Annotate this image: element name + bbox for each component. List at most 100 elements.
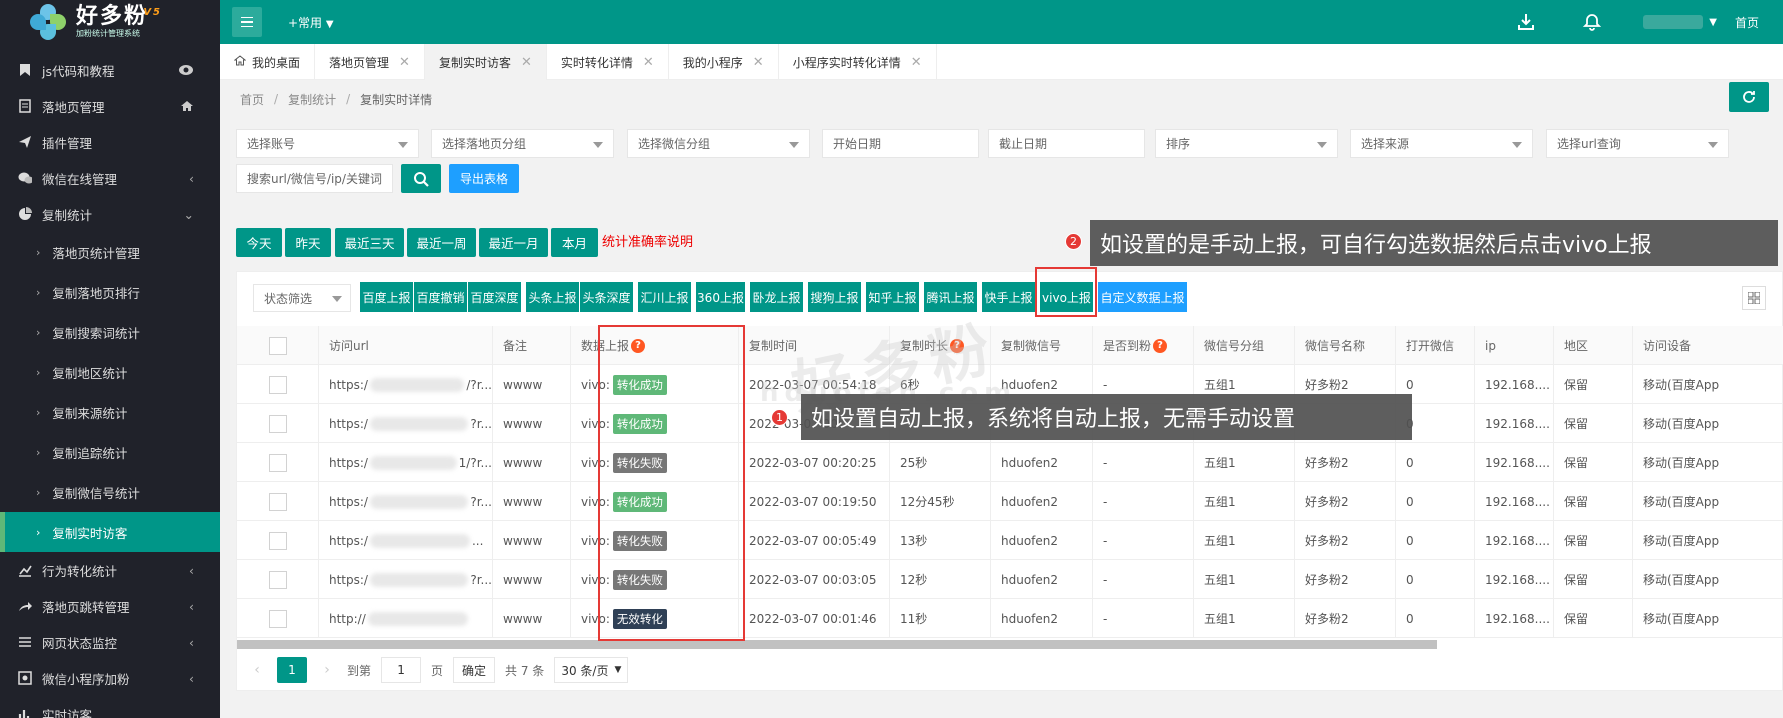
common-menu[interactable]: +常用 ▼ [288, 14, 334, 31]
page-size-select[interactable]: 30 条/页 ▼ [554, 657, 629, 683]
table-row[interactable]: https:/... wwww vivo: 转化失败 2022-03-07 00:05:… [237, 521, 1783, 560]
account-select[interactable]: 选择账号 [236, 129, 419, 158]
wolong-report-button[interactable]: 卧龙上报 [750, 282, 804, 312]
table-row[interactable]: https:/?r... wwww vivo: 转化成功 2022-03-07 00:1… [237, 482, 1783, 521]
download-icon[interactable] [1511, 0, 1541, 44]
select-all-checkbox[interactable] [268, 336, 287, 355]
user-name[interactable] [1643, 15, 1704, 29]
toutiao-report-button[interactable]: 头条上报 [526, 282, 580, 312]
custom-report-button[interactable]: 自定义数据上报 [1098, 282, 1188, 312]
sidebar-subitem[interactable]: › 复制追踪统计 [0, 432, 220, 472]
bell-icon[interactable] [1577, 0, 1607, 44]
baidu-revoke-button[interactable]: 百度撤销 [414, 282, 468, 312]
sidebar-subitem[interactable]: › 复制地区统计 [0, 352, 220, 392]
close-icon[interactable]: ✕ [911, 55, 922, 70]
wechat-group-select[interactable]: 选择微信分组 [627, 129, 810, 158]
baidu-report-button[interactable]: 百度上报 [360, 282, 414, 312]
tab-landing[interactable]: 落地页管理 ✕ [315, 44, 425, 80]
landing-group-select[interactable]: 选择落地页分组 [431, 129, 614, 158]
refresh-button[interactable] [1729, 82, 1769, 112]
row-checkbox[interactable] [268, 570, 287, 589]
quick-month-button[interactable]: 最近一月 [479, 228, 548, 257]
row-checkbox[interactable] [268, 453, 287, 472]
prev-page-icon[interactable]: ‹ [247, 662, 267, 678]
kuaishou-report-button[interactable]: 快手上报 [982, 282, 1036, 312]
quick-3days-button[interactable]: 最近三天 [335, 228, 404, 257]
confirm-page-button[interactable]: 确定 [453, 657, 496, 683]
sidebar-item-behavior[interactable]: 行为转化统计 ‹ [0, 552, 220, 588]
start-date-input[interactable]: 开始日期 [822, 129, 979, 158]
sidebar-item-landing[interactable]: 落地页管理 [0, 88, 220, 124]
quick-week-button[interactable]: 最近一周 [407, 228, 476, 257]
toutiao-deep-button[interactable]: 头条深度 [580, 282, 634, 312]
sogou-report-button[interactable]: 搜狗上报 [808, 282, 862, 312]
sidebar-item-monitor[interactable]: 网页状态监控 ‹ [0, 624, 220, 660]
sidebar-item-realtime[interactable]: 实时访客 [0, 696, 220, 718]
source-select[interactable]: 选择来源 [1350, 129, 1533, 158]
page-current[interactable]: 1 [277, 657, 307, 683]
sidebar-item-redirect[interactable]: 落地页跳转管理 ‹ [0, 588, 220, 624]
url-prefix[interactable]: https:/ [329, 495, 368, 509]
url-prefix[interactable]: https:/ [329, 534, 368, 548]
eye-icon[interactable] [178, 52, 194, 88]
url-prefix[interactable]: https:/ [329, 417, 368, 431]
huichuan-report-button[interactable]: 汇川上报 [638, 282, 692, 312]
table-row[interactable]: https:/?r... wwww vivo: 转化失败 2022-03-07 00:0… [237, 560, 1783, 599]
sidebar-subitem[interactable]: › 复制搜索词统计 [0, 312, 220, 352]
tab-miniprogram[interactable]: 我的小程序 ✕ [669, 44, 779, 80]
menu-toggle-button[interactable] [232, 7, 262, 37]
sidebar-subitem[interactable]: › 落地页统计管理 [0, 232, 220, 272]
sidebar-subitem[interactable]: › 复制来源统计 [0, 392, 220, 432]
sidebar-subitem[interactable]: › 复制落地页排行 [0, 272, 220, 312]
url-select[interactable]: 选择url查询 [1546, 129, 1729, 158]
sort-select[interactable]: 排序 [1155, 129, 1338, 158]
horizontal-scrollbar[interactable] [237, 640, 1437, 649]
table-row[interactable]: https:/1/?r... wwww vivo: 转化失败 2022-03-07 00… [237, 443, 1783, 482]
status-filter-select[interactable]: 状态筛选 [253, 284, 351, 312]
sidebar-item-wechat[interactable]: 微信在线管理 ‹ [0, 160, 220, 196]
search-input[interactable]: 搜索url/微信号/ip/关键词 [236, 164, 393, 193]
zhihu-report-button[interactable]: 知乎上报 [866, 282, 920, 312]
url-prefix[interactable]: https:/ [329, 378, 368, 392]
row-checkbox[interactable] [268, 375, 287, 394]
sidebar-item-copy-stats[interactable]: 复制统计 ⌄ [0, 196, 220, 232]
sidebar-item-js[interactable]: js代码和教程 [0, 52, 220, 88]
row-checkbox[interactable] [268, 414, 287, 433]
next-page-icon[interactable]: › [317, 662, 337, 678]
grid-icon[interactable] [1742, 286, 1766, 310]
sidebar-subitem[interactable]: › 复制微信号统计 [0, 472, 220, 512]
close-icon[interactable]: ✕ [399, 55, 410, 70]
accuracy-note-link[interactable]: 统计准确率说明 [602, 231, 693, 250]
quick-this-month-button[interactable]: 本月 [551, 228, 598, 257]
row-checkbox[interactable] [268, 492, 287, 511]
close-icon[interactable]: ✕ [521, 55, 532, 70]
tab-miniprogram-detail[interactable]: 小程序实时转化详情 ✕ [779, 44, 937, 80]
page-input[interactable]: 1 [381, 657, 422, 683]
baidu-deep-button[interactable]: 百度深度 [468, 282, 522, 312]
end-date-input[interactable]: 截止日期 [988, 129, 1145, 158]
row-checkbox[interactable] [268, 609, 287, 628]
breadcrumb-section[interactable]: 复制统计 [288, 91, 336, 108]
360-report-button[interactable]: 360上报 [696, 282, 746, 312]
search-button[interactable] [401, 164, 441, 193]
sidebar-subitem-active[interactable]: › 复制实时访客 [0, 512, 220, 552]
url-prefix[interactable]: https:/ [329, 456, 368, 470]
row-checkbox[interactable] [268, 531, 287, 550]
tab-desktop[interactable]: 我的桌面 [220, 44, 316, 80]
table-row[interactable]: http://wwww vivo: 无效转化 2022-03-07 00:01:46 1… [237, 599, 1783, 638]
help-icon[interactable]: ? [1153, 338, 1168, 353]
sidebar-item-plugins[interactable]: 插件管理 [0, 124, 220, 160]
url-prefix[interactable]: http:// [329, 612, 366, 626]
quick-yesterday-button[interactable]: 昨天 [285, 228, 331, 257]
tencent-report-button[interactable]: 腾讯上报 [924, 282, 978, 312]
url-prefix[interactable]: https:/ [329, 573, 368, 587]
help-icon[interactable]: ? [950, 338, 965, 353]
breadcrumb-home[interactable]: 首页 [240, 91, 264, 108]
tab-copy-realtime[interactable]: 复制实时访客 ✕ [424, 44, 547, 80]
quick-today-button[interactable]: 今天 [236, 228, 282, 257]
caret-down-icon[interactable]: ▼ [1709, 17, 1717, 28]
sidebar-item-miniprogram[interactable]: 微信小程序加粉 ‹ [0, 660, 220, 696]
home-link[interactable]: 首页 [1735, 14, 1759, 31]
tab-realtime-detail[interactable]: 实时转化详情 ✕ [547, 44, 669, 80]
export-button[interactable]: 导出表格 [449, 164, 519, 193]
